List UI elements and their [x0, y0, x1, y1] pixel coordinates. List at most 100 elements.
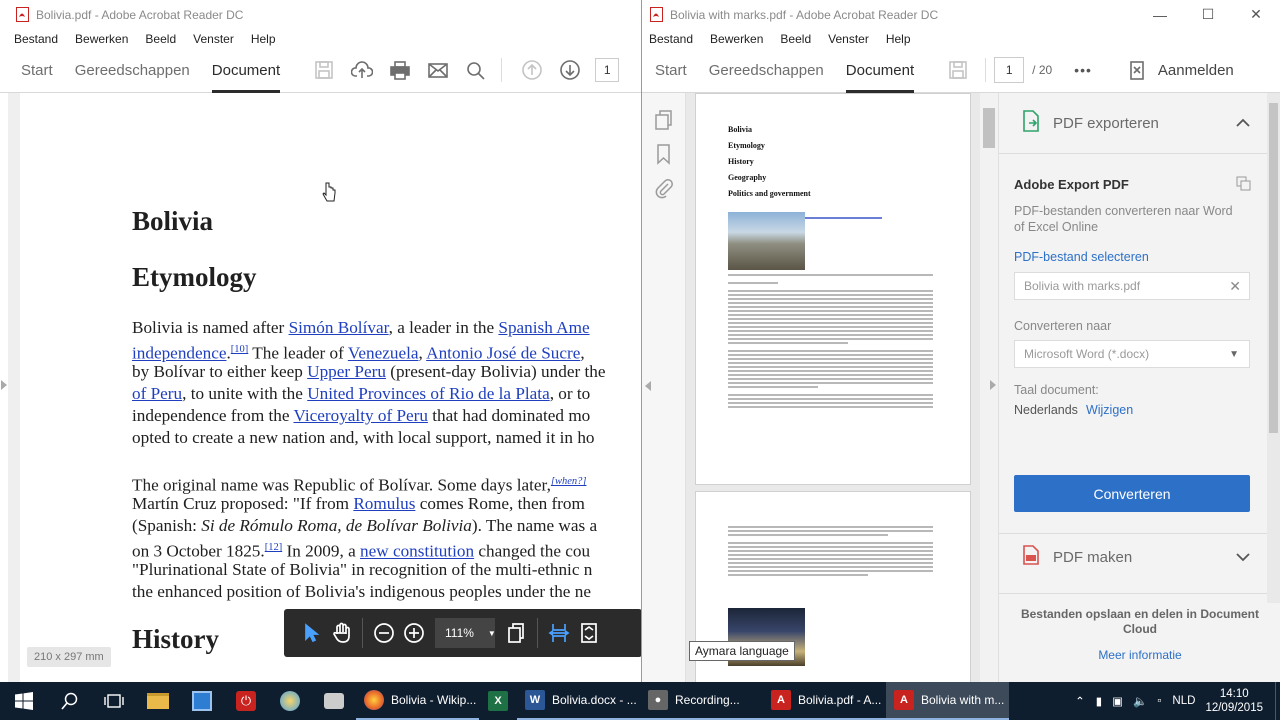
file-field[interactable]: Bolivia with marks.pdf ✕ [1014, 272, 1250, 300]
page-number-field[interactable]: 1 [595, 58, 620, 82]
close-icon[interactable]: ✕ [1232, 6, 1280, 23]
zoom-in-icon[interactable] [399, 609, 429, 657]
page-up-icon[interactable] [513, 48, 551, 93]
save-icon[interactable] [939, 48, 977, 93]
taskbar-app-acrobat-2[interactable]: A Bolivia with m... [886, 682, 1009, 720]
mail-icon[interactable] [419, 48, 457, 93]
zoom-out-icon[interactable] [369, 609, 399, 657]
link-venezuela[interactable]: Venezuela [348, 344, 419, 363]
chevron-up-icon[interactable]: ⌃ [1075, 694, 1085, 708]
signin-link[interactable]: Aanmelden [1158, 62, 1234, 79]
tab-start[interactable]: Start [10, 48, 64, 93]
link-republic-of-peru[interactable]: of Peru [132, 384, 182, 403]
clock[interactable]: 14:10 12/09/2015 [1205, 687, 1263, 715]
link-new-constitution[interactable]: new constitution [360, 542, 474, 561]
print-icon[interactable] [381, 48, 419, 93]
link-united-provinces[interactable]: United Provinces of Rio de la Plata [307, 384, 550, 403]
select-file-label[interactable]: PDF-bestand selecteren [1014, 250, 1250, 264]
attachment-icon[interactable] [654, 177, 674, 204]
copy-icon[interactable] [1235, 175, 1251, 196]
citation-10[interactable]: [10] [231, 344, 249, 355]
chevron-down-icon[interactable] [1236, 549, 1250, 566]
title-bar[interactable]: Bolivia.pdf - Adobe Acrobat Reader DC [0, 0, 641, 29]
menu-bestand[interactable]: Bestand [649, 32, 693, 46]
zoom-level[interactable]: 111% ▼ [435, 618, 496, 648]
link-viceroyalty-peru[interactable]: Viceroyalty of Peru [293, 406, 428, 425]
minimize-icon[interactable]: — [1136, 7, 1184, 23]
more-tools-icon[interactable]: ••• [1074, 62, 1092, 78]
menu-bewerken[interactable]: Bewerken [75, 32, 128, 46]
acrobat-window-right[interactable]: Bolivia with marks.pdf - Adobe Acrobat R… [642, 0, 1280, 682]
fit-width-icon[interactable] [544, 609, 574, 657]
document-icon[interactable] [1122, 48, 1152, 93]
save-icon[interactable] [305, 48, 343, 93]
taskbar-app-firefox[interactable]: Bolivia - Wikip... [356, 682, 479, 720]
taskbar-app-word[interactable]: W Bolivia.docx - ... [517, 682, 640, 720]
volume-icon[interactable]: 🔈 [1133, 694, 1147, 708]
taskbar-app-recording[interactable]: ● Recording... [640, 682, 763, 720]
document-page-view[interactable]: Bolivia Etymology History Geography Poli… [686, 93, 998, 682]
search-icon[interactable] [457, 48, 495, 93]
menu-bestand[interactable]: Bestand [14, 32, 58, 46]
menu-help[interactable]: Help [251, 32, 276, 46]
panel-scrollbar[interactable] [1267, 93, 1280, 603]
link-independence[interactable]: independence [132, 344, 226, 363]
power-app-icon[interactable]: ⏻ [224, 682, 268, 720]
store-icon[interactable] [180, 682, 224, 720]
hand-tool-icon[interactable] [326, 609, 356, 657]
bookmark-icon[interactable] [654, 143, 674, 170]
tab-document[interactable]: Document [201, 48, 291, 93]
clear-icon[interactable]: ✕ [1229, 278, 1241, 295]
expand-panel-icon[interactable] [1, 380, 7, 390]
link-romulus[interactable]: Romulus [353, 494, 415, 513]
file-explorer-icon[interactable] [136, 682, 180, 720]
page-down-icon[interactable] [551, 48, 589, 93]
page-number-field[interactable]: 1 [994, 57, 1025, 83]
citation-12[interactable]: [12] [265, 542, 283, 553]
acrobat-window-left[interactable]: Bolivia.pdf - Adobe Acrobat Reader DC Be… [0, 0, 642, 682]
pages-icon[interactable] [654, 109, 674, 136]
excel-icon[interactable]: X [479, 682, 517, 720]
start-button[interactable] [0, 682, 48, 720]
convert-button[interactable]: Converteren [1014, 475, 1250, 512]
notification-icon[interactable]: ▫ [1157, 695, 1161, 707]
pdf-export-header[interactable]: PDF exporteren [999, 93, 1280, 153]
menu-venster[interactable]: Venster [193, 32, 234, 46]
link-simon-bolivar[interactable]: Simón Bolívar [289, 318, 389, 337]
menu-help[interactable]: Help [886, 32, 911, 46]
expand-arrow-icon[interactable] [990, 380, 996, 390]
show-desktop-button[interactable] [1275, 682, 1280, 720]
task-view-icon[interactable] [92, 682, 136, 720]
tab-tools[interactable]: Gereedschappen [64, 48, 201, 93]
document-view[interactable]: Bolivia Etymology Bolivia is named after… [8, 93, 641, 682]
link-spanish-america[interactable]: Spanish Ame [498, 318, 589, 337]
chat-app-icon[interactable] [312, 682, 356, 720]
taskbar-app-acrobat-1[interactable]: A Bolivia.pdf - A... [763, 682, 886, 720]
network-icon[interactable]: ▣ [1112, 694, 1123, 708]
more-info-link[interactable]: Meer informatie [999, 648, 1280, 662]
change-language-link[interactable]: Wijzigen [1086, 403, 1133, 417]
link-upper-peru[interactable]: Upper Peru [307, 362, 386, 381]
menu-bewerken[interactable]: Bewerken [710, 32, 763, 46]
citation-when[interactable]: [when?] [551, 476, 587, 487]
battery-icon[interactable]: ▮ [1096, 694, 1102, 708]
sun-app-icon[interactable] [268, 682, 312, 720]
collapse-arrow-icon[interactable] [645, 381, 651, 391]
link-sucre[interactable]: Antonio José de Sucre [426, 344, 580, 363]
menu-beeld[interactable]: Beeld [780, 32, 811, 46]
page-display-icon[interactable] [501, 609, 531, 657]
maximize-icon[interactable]: ☐ [1184, 6, 1232, 23]
search-icon[interactable] [48, 682, 92, 720]
language-indicator[interactable]: NLD [1172, 695, 1195, 707]
create-pdf-header[interactable]: PDF maken [999, 527, 1268, 587]
chevron-up-icon[interactable] [1236, 115, 1250, 132]
tab-start[interactable]: Start [644, 48, 698, 93]
tab-tools[interactable]: Gereedschappen [698, 48, 835, 93]
menu-venster[interactable]: Venster [828, 32, 869, 46]
select-tool-icon[interactable] [296, 609, 326, 657]
fit-page-icon[interactable] [574, 609, 604, 657]
format-select[interactable]: Microsoft Word (*.docx) ▼ [1014, 340, 1250, 368]
menu-beeld[interactable]: Beeld [145, 32, 176, 46]
tab-document[interactable]: Document [835, 48, 925, 93]
upload-icon[interactable] [343, 48, 381, 93]
